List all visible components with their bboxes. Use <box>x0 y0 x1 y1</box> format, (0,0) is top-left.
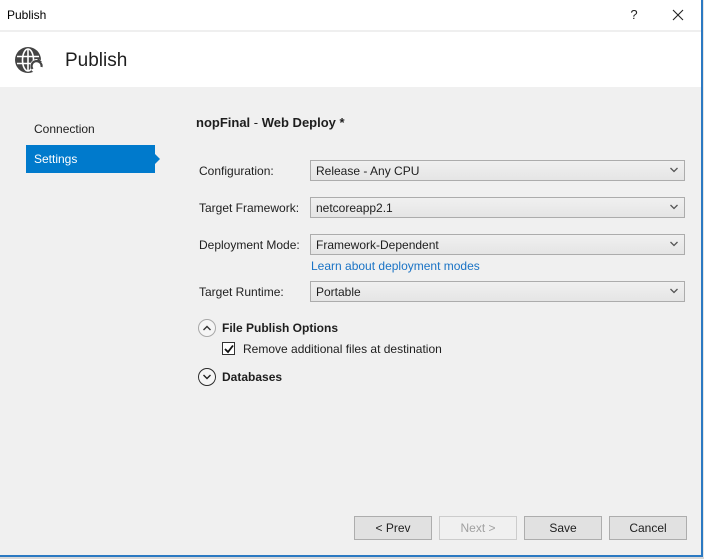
target-runtime-value: Portable <box>316 285 361 299</box>
deployment-modes-link[interactable]: Learn about deployment modes <box>311 259 480 273</box>
dialog-header: Publish <box>0 32 701 87</box>
target-runtime-row: Target Runtime: Portable <box>196 281 686 303</box>
configuration-label: Configuration: <box>199 164 274 178</box>
chevron-down-icon <box>203 374 211 380</box>
configuration-select[interactable]: Release - Any CPU <box>310 160 685 181</box>
deployment-mode-row: Deployment Mode: Framework-Dependent <box>196 234 686 256</box>
target-framework-value: netcoreapp2.1 <box>316 201 393 215</box>
target-framework-row: Target Framework: netcoreapp2.1 <box>196 197 686 219</box>
window-title: Publish <box>7 8 47 22</box>
deployment-mode-value: Framework-Dependent <box>316 238 439 252</box>
save-button[interactable]: Save <box>524 516 602 540</box>
title-bar: Publish ? <box>0 0 701 30</box>
file-publish-options-label[interactable]: File Publish Options <box>222 321 338 335</box>
target-framework-label: Target Framework: <box>199 201 300 215</box>
chevron-down-icon <box>670 241 678 247</box>
configuration-row: Configuration: Release - Any CPU <box>196 160 686 182</box>
globe-publish-icon <box>15 47 44 73</box>
close-button[interactable] <box>667 4 689 26</box>
databases-label[interactable]: Databases <box>222 370 282 384</box>
sidebar-item-connection[interactable]: Connection <box>26 115 166 143</box>
publish-dialog: Publish ? Publish Connection Settings no… <box>0 0 704 559</box>
chevron-down-icon <box>670 288 678 294</box>
profile-title: nopFinal - Web Deploy * <box>196 112 686 134</box>
next-button[interactable]: Next > <box>439 516 517 540</box>
remove-files-label[interactable]: Remove additional files at destination <box>243 342 442 356</box>
settings-panel: nopFinal - Web Deploy * Configuration: R… <box>196 112 686 386</box>
profile-separator: - <box>250 115 262 130</box>
chevron-down-icon <box>670 167 678 173</box>
deployment-mode-label: Deployment Mode: <box>199 238 300 252</box>
profile-method: Web Deploy * <box>261 115 345 130</box>
target-framework-select[interactable]: netcoreapp2.1 <box>310 197 685 218</box>
header-title: Publish <box>65 50 128 71</box>
checkmark-icon <box>224 344 234 354</box>
cancel-button[interactable]: Cancel <box>609 516 687 540</box>
configuration-value: Release - Any CPU <box>316 164 420 178</box>
remove-files-checkbox[interactable] <box>222 342 235 355</box>
help-button[interactable]: ? <box>624 4 644 26</box>
sidebar-nav: Connection Settings <box>26 115 166 173</box>
target-runtime-label: Target Runtime: <box>199 285 284 299</box>
close-icon <box>672 9 684 21</box>
sidebar-item-settings[interactable]: Settings <box>26 145 160 173</box>
expand-databases-button[interactable] <box>198 368 216 386</box>
chevron-up-icon <box>203 325 211 331</box>
collapse-file-publish-button[interactable] <box>198 319 216 337</box>
target-runtime-select[interactable]: Portable <box>310 281 685 302</box>
deployment-mode-select[interactable]: Framework-Dependent <box>310 234 685 255</box>
chevron-down-icon <box>670 204 678 210</box>
prev-button[interactable]: < Prev <box>354 516 432 540</box>
profile-name: nopFinal <box>196 115 251 130</box>
